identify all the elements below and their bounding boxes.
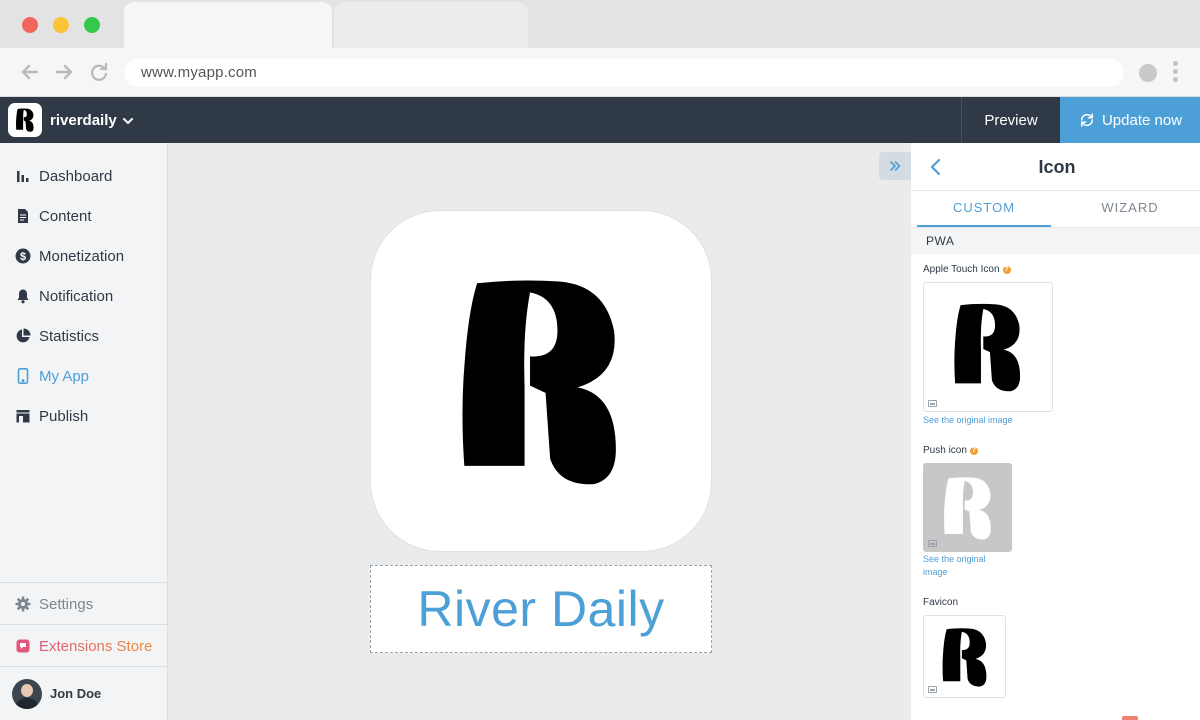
update-now-label: Update now — [1101, 111, 1183, 129]
browser-tab-active[interactable] — [124, 2, 332, 48]
image-icon — [928, 400, 937, 407]
forward-arrow-icon[interactable] — [52, 60, 76, 84]
bell-icon — [17, 289, 29, 304]
app-topbar: riverdaily Preview Update now — [0, 97, 1200, 143]
sidebar-item-my-app[interactable]: My App — [0, 363, 167, 389]
profile-icon[interactable] — [1139, 64, 1157, 82]
extension-store-icon — [16, 639, 30, 653]
sidebar-item-label: Content — [39, 207, 92, 225]
app-logo[interactable] — [8, 103, 42, 137]
app-switcher[interactable]: riverdaily — [50, 97, 135, 143]
panel-title: Icon — [1038, 157, 1076, 177]
link-line: image — [923, 567, 948, 577]
sidebar: Dashboard Content $ Monetization Notific… — [0, 143, 168, 720]
refresh-icon — [1080, 113, 1093, 127]
sidebar-item-notification[interactable]: Notification — [0, 283, 167, 309]
sidebar-item-monetization[interactable]: $ Monetization — [0, 243, 167, 269]
preview-canvas: River Daily — [168, 143, 911, 720]
sidebar-item-label: Publish — [39, 407, 89, 425]
preview-button[interactable]: Preview — [961, 97, 1060, 143]
sidebar-item-label: Extensions Store — [39, 637, 153, 655]
sidebar-item-label: Settings — [39, 595, 94, 613]
browser-tab[interactable] — [334, 2, 528, 48]
browser-toolbar: www.myapp.com — [0, 48, 1200, 97]
favicon-label: Favicon — [923, 597, 958, 608]
double-chevron-right-icon — [890, 161, 901, 171]
favicon-upload[interactable] — [923, 615, 1006, 698]
document-icon — [18, 209, 28, 223]
tab-custom[interactable]: CUSTOM — [917, 191, 1051, 227]
sidebar-divider — [0, 582, 167, 583]
sidebar-item-statistics[interactable]: Statistics — [0, 323, 167, 349]
update-now-button[interactable]: Update now — [1060, 97, 1200, 143]
push-icon-upload[interactable] — [923, 463, 1012, 552]
link-line: See the original — [923, 554, 986, 564]
field-label-text: Apple Touch Icon — [923, 264, 1000, 275]
apple-touch-icon-label: Apple Touch Icon ? — [923, 264, 1011, 275]
sidebar-item-label: Statistics — [39, 327, 100, 345]
svg-text:$: $ — [20, 251, 26, 263]
dollar-icon: $ — [15, 248, 31, 264]
maximize-window-button[interactable] — [84, 17, 100, 33]
app-icon-preview — [370, 210, 712, 552]
sidebar-item-label: Monetization — [39, 247, 125, 265]
see-original-image-link[interactable]: See the original image — [923, 553, 1003, 579]
panel-header: Icon — [911, 143, 1200, 191]
apple-touch-icon-upload[interactable] — [923, 282, 1053, 412]
phone-icon — [17, 368, 29, 384]
sidebar-divider — [0, 624, 167, 625]
image-icon — [928, 686, 937, 693]
store-icon — [16, 410, 30, 423]
sidebar-item-label: My App — [39, 367, 90, 385]
browser-titlebar — [0, 0, 1200, 48]
avatar — [12, 678, 42, 709]
gear-icon — [15, 596, 31, 612]
pie-chart-icon — [16, 328, 31, 343]
r-logo-icon — [942, 627, 986, 687]
tab-wizard[interactable]: WIZARD — [1063, 191, 1197, 227]
chevron-down-icon — [122, 118, 133, 124]
expand-panel-button[interactable] — [879, 152, 911, 180]
sidebar-item-extensions-store[interactable]: Extensions Store — [0, 633, 167, 659]
back-chevron-icon[interactable] — [925, 156, 947, 178]
icon-settings-panel: Icon CUSTOM WIZARD PWA Apple Touch Icon … — [911, 143, 1200, 720]
push-icon-label: Push icon ? — [923, 445, 978, 456]
close-window-button[interactable] — [22, 17, 38, 33]
minimize-window-button[interactable] — [53, 17, 69, 33]
field-label-text: Push icon — [923, 445, 967, 456]
see-original-image-link[interactable]: See the original image — [923, 414, 1013, 427]
user-name: Jon Doe — [50, 686, 102, 701]
section-pwa: PWA — [911, 227, 1200, 254]
sidebar-item-dashboard[interactable]: Dashboard — [0, 163, 167, 189]
sidebar-item-content[interactable]: Content — [0, 203, 167, 229]
sidebar-item-label: Dashboard — [39, 167, 113, 185]
help-icon[interactable]: ? — [1002, 265, 1011, 274]
sidebar-item-label: Notification — [39, 287, 114, 305]
app-name: riverdaily — [50, 111, 117, 129]
help-icon[interactable]: ? — [969, 446, 978, 455]
field-label-text: Favicon — [923, 597, 959, 608]
r-logo-icon — [462, 280, 616, 485]
reload-icon[interactable] — [87, 60, 111, 84]
user-profile[interactable]: Jon Doe — [0, 667, 167, 720]
r-logo-icon — [943, 476, 991, 539]
back-arrow-icon[interactable] — [18, 60, 42, 84]
sidebar-item-settings[interactable]: Settings — [0, 591, 167, 617]
bar-chart-icon — [17, 171, 29, 182]
browser-menu-icon[interactable] — [1171, 61, 1179, 85]
sidebar-item-publish[interactable]: Publish — [0, 403, 167, 429]
address-bar[interactable]: www.myapp.com — [124, 59, 1124, 87]
r-logo-icon — [954, 303, 1021, 392]
image-icon — [928, 540, 937, 547]
app-name-preview[interactable]: River Daily — [370, 565, 712, 653]
chat-widget-edge[interactable] — [1122, 716, 1138, 720]
